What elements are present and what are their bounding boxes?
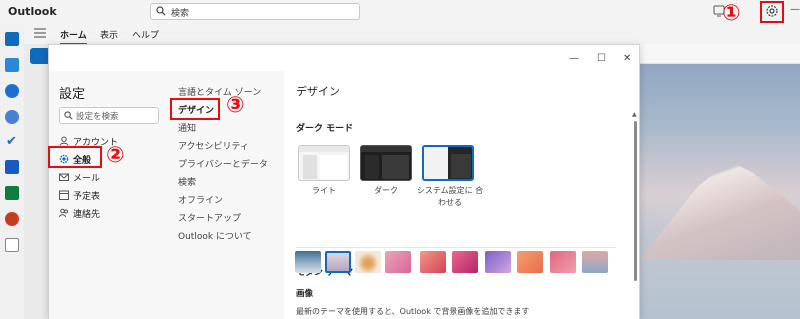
settings-content: デザイン ダーク モード ライト ダーク システム設定に 合わせる モダン テー… — [284, 71, 639, 319]
settings-search-input[interactable]: 設定を検索 — [59, 107, 159, 124]
section-divider — [296, 247, 616, 248]
dialog-minimize-button[interactable]: — — [569, 53, 579, 64]
scrollbar-thumb[interactable] — [634, 121, 637, 281]
theme-thumb-magenta[interactable] — [452, 251, 478, 273]
system-mode-option[interactable] — [422, 145, 474, 181]
theme-thumb-red[interactable] — [420, 251, 446, 273]
settings-dialog: — ☐ ✕ 設定 設定を検索 アカウント 全般 メール 予定表 連絡先 言語とタ… — [48, 44, 640, 319]
groups-app-icon[interactable] — [5, 110, 19, 124]
dialog-close-button[interactable]: ✕ — [623, 53, 631, 64]
subnav-item-accessibility[interactable]: アクセシビリティ — [178, 139, 249, 152]
design-highlight-box — [170, 98, 220, 120]
more-apps-icon[interactable] — [5, 238, 19, 252]
subnav-item-startup[interactable]: スタートアップ — [178, 211, 241, 224]
nav-item-label: メール — [73, 174, 101, 184]
people-icon — [59, 208, 68, 218]
annotation-marker-2: ② — [106, 143, 125, 168]
reading-pane-toolbar — [640, 44, 800, 64]
settings-search-placeholder: 設定を検索 — [76, 112, 119, 122]
search-icon — [156, 6, 166, 16]
subnav-item-privacy[interactable]: プライバシーとデータ — [178, 157, 268, 170]
people-app-icon[interactable] — [5, 84, 19, 98]
content-title: デザイン — [296, 85, 340, 98]
theme-thumb-sunset[interactable] — [517, 251, 543, 273]
subnav-item-offline[interactable]: オフライン — [178, 193, 223, 206]
settings-nav: 設定 設定を検索 アカウント 全般 メール 予定表 連絡先 — [49, 71, 164, 319]
calendar-icon — [59, 190, 69, 200]
search-icon — [64, 111, 73, 120]
dark-mode-option[interactable] — [360, 145, 412, 181]
ribbon: ホーム 表示 ヘルプ — [24, 24, 800, 45]
app-rail: ✔ — [0, 24, 24, 319]
title-bar: Outlook 検索 ① — — [0, 0, 800, 26]
excel-app-icon[interactable] — [5, 186, 19, 200]
mail-app-icon[interactable] — [5, 32, 19, 46]
search-input[interactable]: 検索 — [150, 3, 360, 20]
theme-thumb-rose[interactable] — [550, 251, 576, 273]
system-mode-label: システム設定に 合わせる — [416, 186, 484, 207]
tab-home[interactable]: ホーム — [60, 28, 87, 45]
dark-mode-label: ダーク — [374, 186, 398, 195]
new-mail-button[interactable] — [30, 48, 50, 64]
calendar-app-icon[interactable] — [5, 58, 19, 72]
subnav-item-about[interactable]: Outlook について — [178, 229, 252, 242]
theme-thumb-lavender[interactable] — [325, 251, 351, 273]
search-placeholder: 検索 — [171, 9, 190, 19]
nav-item-label: 連絡先 — [73, 210, 101, 220]
app-title: Outlook — [8, 5, 57, 18]
subnav-item-notifications[interactable]: 通知 — [178, 121, 196, 134]
tab-view[interactable]: 表示 — [100, 28, 118, 41]
general-highlight-box — [48, 146, 102, 168]
mail-icon — [59, 173, 69, 181]
person-icon — [59, 136, 69, 146]
tab-help[interactable]: ヘルプ — [132, 28, 159, 41]
theme-thumb-orange[interactable] — [355, 251, 381, 273]
light-mode-option[interactable] — [298, 145, 350, 181]
light-mode-label: ライト — [312, 186, 336, 195]
theme-thumb-purple[interactable] — [485, 251, 511, 273]
theme-thumb-dusk[interactable] — [582, 251, 608, 273]
annotation-marker-3: ③ — [226, 93, 245, 118]
hamburger-icon[interactable] — [34, 28, 46, 38]
scroll-up-arrow[interactable]: ▲ — [632, 111, 637, 118]
subnav-item-language[interactable]: 言語とタイム ゾーン — [178, 85, 261, 98]
todo-app-icon[interactable]: ✔ — [6, 134, 20, 149]
theme-thumb-pink[interactable] — [385, 251, 411, 273]
dialog-maximize-button[interactable]: ☐ — [597, 53, 606, 64]
gear-icon[interactable] — [765, 4, 779, 18]
theme-thumb-mountain[interactable] — [295, 251, 321, 273]
dark-mode-heading: ダーク モード — [296, 124, 354, 134]
word-app-icon[interactable] — [5, 160, 19, 174]
settings-title: 設定 — [59, 87, 86, 102]
minimize-icon[interactable]: — — [790, 4, 800, 15]
powerpoint-app-icon[interactable] — [5, 212, 19, 226]
subnav-item-search[interactable]: 検索 — [178, 175, 196, 188]
image-label: 画像 — [296, 289, 314, 299]
theme-description: 最新のテーマを使用すると、Outlook で背景画像を追加できます — [296, 307, 530, 316]
annotation-marker-1: ① — [722, 1, 741, 26]
nav-item-label: 予定表 — [73, 192, 101, 202]
